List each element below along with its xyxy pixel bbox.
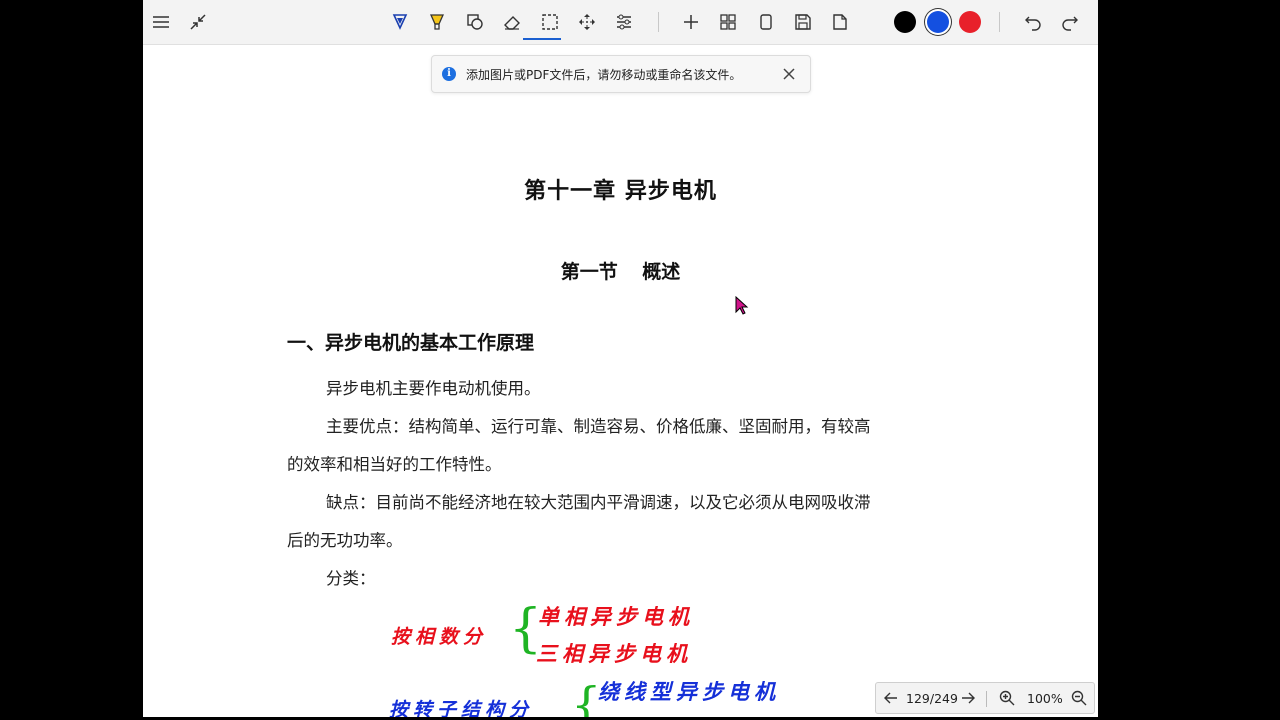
undo-icon[interactable]	[1019, 8, 1047, 36]
shapes-icon[interactable]	[461, 8, 489, 36]
toolbar	[143, 0, 1098, 45]
body-line: 缺点：目前尚不能经济地在较大范围内平滑调速，以及它必须从电网吸收滞	[326, 493, 871, 512]
section-heading: 一、异步电机的基本工作原理	[287, 332, 535, 354]
brace-icon: {	[571, 677, 602, 717]
highlighter-icon[interactable]	[423, 8, 451, 36]
annotation-single-phase: 单相异步电机	[538, 604, 694, 629]
page-indicator: 129/249	[906, 691, 958, 706]
section-title: 第一节 概述	[560, 261, 681, 283]
zoom-out-icon[interactable]	[1070, 689, 1088, 707]
toolbar-divider	[658, 12, 659, 32]
active-tool-indicator	[523, 38, 561, 40]
page-navigator: 129/249 100%	[875, 682, 1095, 714]
document-page: 第十一章 异步电机 第一节 概述 一、异步电机的基本工作原理 异步电机主要作电动…	[143, 45, 1098, 717]
prev-page-icon[interactable]	[882, 689, 900, 707]
annotation-by-phase: 按相数分	[391, 626, 488, 648]
mouse-cursor-icon	[735, 295, 749, 316]
collapse-icon[interactable]	[184, 8, 212, 36]
annotation-by-rotor: 按转子结构分	[389, 699, 534, 717]
adjust-icon[interactable]	[610, 8, 638, 36]
menu-icon[interactable]	[147, 8, 175, 36]
export-icon[interactable]	[826, 8, 854, 36]
zoom-level: 100%	[1027, 691, 1063, 706]
color-swatch-black[interactable]	[894, 11, 916, 33]
zoom-in-icon[interactable]	[998, 689, 1016, 707]
grid-icon[interactable]	[714, 8, 742, 36]
pen-tool-icon[interactable]	[386, 8, 414, 36]
annotation-three-phase: 三相异步电机	[536, 641, 692, 666]
eraser-icon[interactable]	[498, 8, 526, 36]
next-page-icon[interactable]	[959, 689, 977, 707]
chapter-title: 第十一章 异步电机	[524, 179, 717, 204]
body-line: 后的无功功率。	[287, 531, 403, 550]
move-icon[interactable]	[573, 8, 601, 36]
pager-divider	[986, 691, 987, 707]
lasso-select-icon[interactable]	[536, 8, 564, 36]
redo-icon[interactable]	[1056, 8, 1084, 36]
body-line: 异步电机主要作电动机使用。	[326, 379, 541, 398]
toolbar-divider	[999, 12, 1000, 32]
annotation-wound-rotor: 绕线型异步电机	[598, 679, 780, 704]
save-icon[interactable]	[789, 8, 817, 36]
body-line: 的效率和相当好的工作特性。	[287, 455, 502, 474]
app-window: i 添加图片或PDF文件后，请勿移动或重命名该文件。 第十一章 异步电机 第一节…	[143, 0, 1098, 717]
add-icon[interactable]	[677, 8, 705, 36]
body-line: 分类：	[326, 569, 376, 588]
body-line: 主要优点：结构简单、运行可靠、制造容易、价格低廉、坚固耐用，有较高	[326, 417, 871, 436]
color-swatch-blue[interactable]	[927, 11, 949, 33]
color-swatch-red[interactable]	[959, 11, 981, 33]
page-icon[interactable]	[752, 8, 780, 36]
